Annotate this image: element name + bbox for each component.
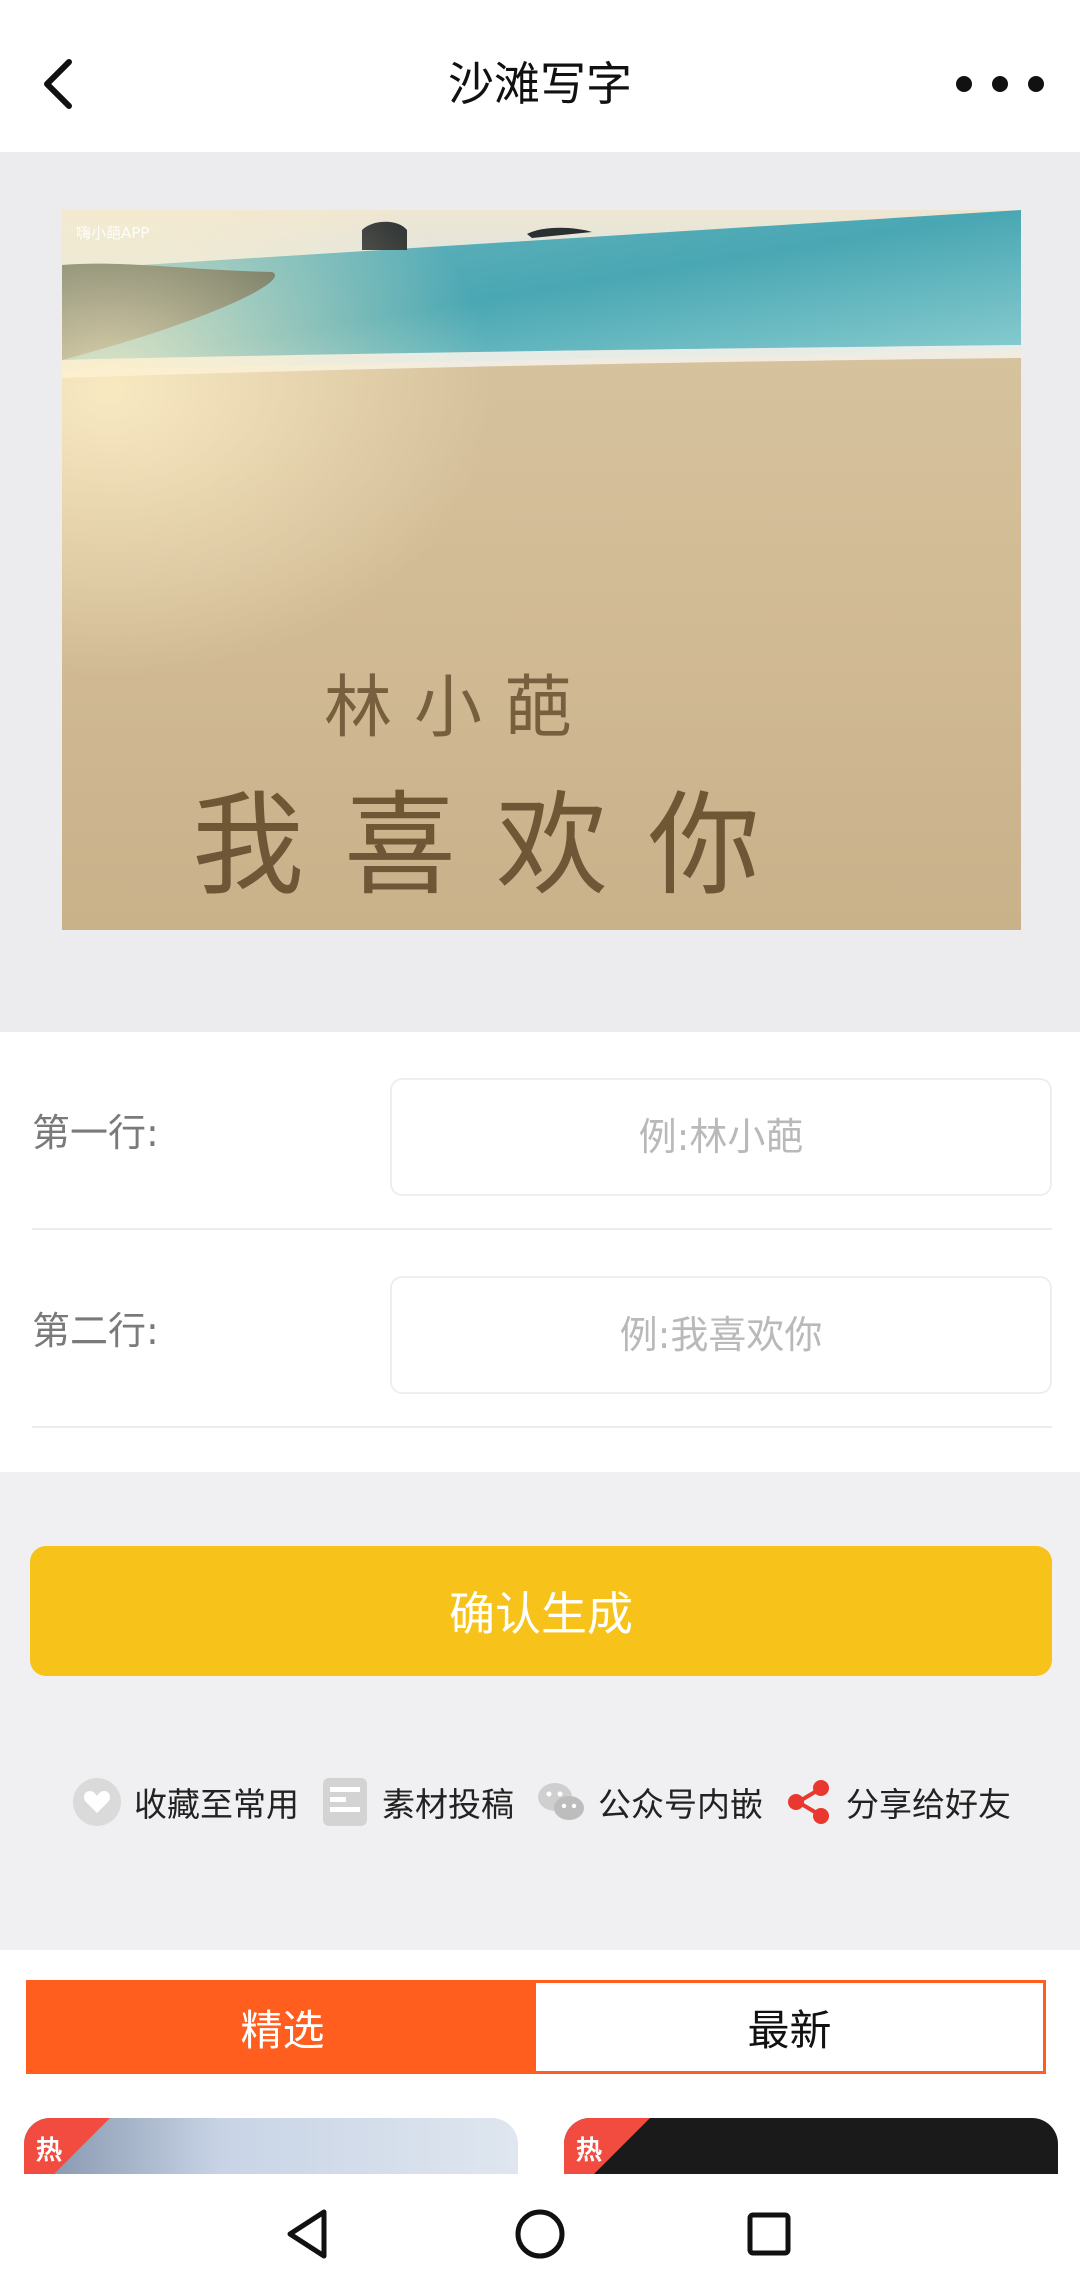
more-dots-icon [956, 76, 1044, 92]
submit-material-label: 素材投稿 [382, 1785, 514, 1824]
second-line-input[interactable] [390, 1276, 1052, 1394]
action-bar: 收藏至常用 素材投稿 公众号内嵌 分享给好友 [0, 1770, 1080, 1834]
embed-label: 公众号内嵌 [598, 1785, 763, 1824]
share-label: 分享给好友 [846, 1785, 1011, 1824]
favorite-action[interactable]: 收藏至常用 [72, 1770, 299, 1834]
more-button[interactable] [946, 52, 1054, 116]
triangle-back-icon [287, 2209, 327, 2259]
share-icon [784, 1777, 834, 1827]
submit-material-action[interactable]: 素材投稿 [320, 1770, 514, 1834]
text-input-form: 第一行: 第二行: [0, 1032, 1080, 1472]
first-line-input[interactable] [390, 1078, 1052, 1196]
favorite-label: 收藏至常用 [134, 1785, 299, 1824]
document-icon [320, 1777, 370, 1827]
hot-badge-label: 热 [36, 2136, 63, 2166]
embed-official-account-action[interactable]: 公众号内嵌 [536, 1770, 763, 1834]
circle-home-icon [515, 2209, 565, 2259]
sand-text-line2: 我喜欢你 [192, 781, 800, 911]
content-feed: 精选 最新 热 热 [0, 1950, 1080, 2208]
confirm-generate-button[interactable]: 确认生成 [30, 1546, 1052, 1676]
tab-latest[interactable]: 最新 [536, 1983, 1043, 2071]
nav-home-button[interactable] [504, 2198, 576, 2270]
system-navigation-bar [0, 2174, 1080, 2294]
first-line-label: 第一行: [32, 1111, 159, 1155]
beach-preview-image: 嗨小葩APP 林小葩 我喜欢你 [62, 210, 1021, 930]
page-title: 沙滩写字 [448, 57, 632, 111]
nav-recent-apps-button[interactable] [733, 2198, 805, 2270]
wechat-icon [536, 1777, 586, 1827]
square-recents-icon [747, 2212, 791, 2256]
sand-text-line1: 林小葩 [324, 669, 595, 748]
watermark: 嗨小葩APP [76, 224, 150, 242]
divider [32, 1426, 1052, 1428]
second-line-label: 第二行: [32, 1309, 159, 1353]
heart-icon [72, 1777, 122, 1827]
tab-featured[interactable]: 精选 [29, 1983, 536, 2071]
feed-tabs: 精选 最新 [26, 1980, 1046, 2074]
preview-section: 嗨小葩APP 林小葩 我喜欢你 [0, 152, 1080, 1032]
nav-back-button[interactable] [272, 2198, 344, 2270]
top-bar: 沙滩写字 [0, 0, 1080, 152]
share-to-friend-action[interactable]: 分享给好友 [784, 1770, 1011, 1834]
form-row-first-line: 第一行: [0, 1032, 1080, 1230]
form-row-second-line: 第二行: [0, 1230, 1080, 1428]
hot-badge-label: 热 [576, 2136, 603, 2166]
